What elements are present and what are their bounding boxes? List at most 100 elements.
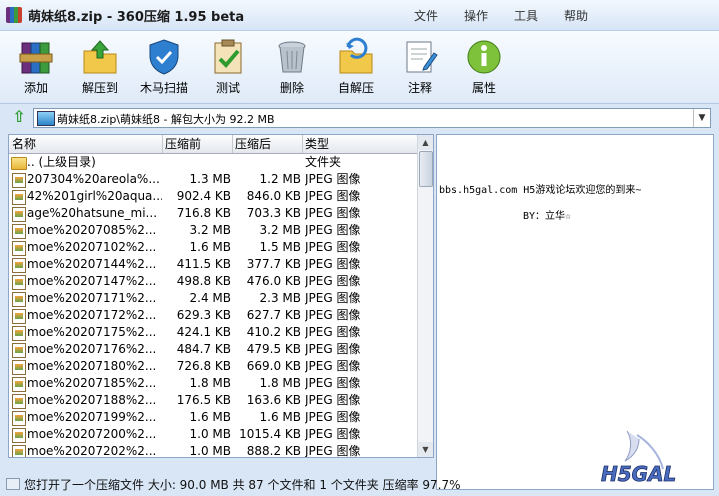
menu-file[interactable]: 文件 [414,7,438,24]
comment-button[interactable]: 注释 [388,35,452,99]
file-row[interactable]: 207304%20areola%... 1.3 MB 1.2 MB JPEG 图像 [9,171,417,188]
compressed-size: 2.4 MB [189,291,231,305]
self-extract-button[interactable]: 自解压 [324,35,388,99]
scroll-up-icon[interactable]: ▲ [418,135,433,150]
jpeg-file-icon [12,292,26,307]
add-button[interactable]: 添加 [4,35,68,99]
jpeg-file-icon [12,309,26,324]
compressed-size: 1.0 MB [189,444,231,458]
file-type: JPEG 图像 [305,359,361,373]
file-row[interactable]: moe%20207171%2... 2.4 MB 2.3 MB JPEG 图像 [9,290,417,307]
status-text: 您打开了一个压缩文件 大小: 90.0 MB 共 87 个文件和 1 个文件夹 … [24,478,461,492]
compressed-size: 716.8 KB [176,206,231,220]
file-name: moe%20207144%2... [27,257,157,271]
path-text: 萌妹纸8.zip\萌妹纸8 - 解包大小为 92.2 MB [57,113,275,126]
scroll-thumb[interactable] [419,151,433,187]
file-row[interactable]: moe%20207085%2... 3.2 MB 3.2 MB JPEG 图像 [9,222,417,239]
original-size: 163.6 KB [246,393,301,407]
trojan-scan-button[interactable]: 木马扫描 [132,35,196,99]
file-name: moe%20207102%2... [27,240,157,254]
jpeg-file-icon [12,394,26,409]
jpeg-file-icon [12,173,26,188]
compressed-size: 1.6 MB [189,240,231,254]
title-bar: 萌妹纸8.zip - 360压缩 1.95 beta 文件 操作 工具 帮助 [0,0,719,31]
file-type: JPEG 图像 [305,172,361,186]
original-size: 410.2 KB [246,325,301,339]
column-compressed-size[interactable]: 压缩前 [162,135,233,153]
compressed-size: 176.5 KB [176,393,231,407]
address-bar: ⇧ 萌妹纸8.zip\萌妹纸8 - 解包大小为 92.2 MB ▼ [0,107,719,129]
test-button[interactable]: 测试 [196,35,260,99]
column-original-size[interactable]: 压缩后 [232,135,303,153]
file-name: 207304%20areola%... [27,172,160,186]
file-type: JPEG 图像 [305,240,361,254]
menu-tools[interactable]: 工具 [514,7,538,24]
file-type: JPEG 图像 [305,257,361,271]
jpeg-file-icon [12,343,26,358]
compressed-size: 424.1 KB [176,325,231,339]
file-row[interactable]: moe%20207175%2... 424.1 KB 410.2 KB JPEG 图像 [9,324,417,341]
original-size: 479.5 KB [246,342,301,356]
jpeg-file-icon [12,377,26,392]
jpeg-file-icon [12,258,26,273]
comment-preview-pane: bbs.h5gal.com H5游戏论坛欢迎您的到来~ BY：立华☆ H5GAL [436,134,714,490]
jpeg-file-icon [12,411,26,426]
file-row[interactable]: moe%20207185%2... 1.8 MB 1.8 MB JPEG 图像 [9,375,417,392]
file-row[interactable]: moe%20207176%2... 484.7 KB 479.5 KB JPEG 图像 [9,341,417,358]
file-name: moe%20207085%2... [27,223,157,237]
path-field[interactable]: 萌妹纸8.zip\萌妹纸8 - 解包大小为 92.2 MB ▼ [33,108,711,128]
add-archive-icon [16,37,56,77]
delete-button[interactable]: 删除 [260,35,324,99]
file-row[interactable]: age%20hatsune_mi... 716.8 KB 703.3 KB JPEG … [9,205,417,222]
jpeg-file-icon [12,326,26,341]
file-row[interactable]: moe%20207147%2... 498.8 KB 476.0 KB JPEG 图像 [9,273,417,290]
file-row[interactable]: moe%20207102%2... 1.6 MB 1.5 MB JPEG 图像 [9,239,417,256]
jpeg-file-icon [12,445,26,457]
compressed-size: 1.3 MB [189,172,231,186]
file-row[interactable]: moe%20207144%2... 411.5 KB 377.7 KB JPEG 图像 [9,256,417,273]
parent-directory-row[interactable]: .. (上级目录) 文件夹 [9,154,417,171]
properties-info-icon [464,37,504,77]
file-row[interactable]: moe%20207200%2... 1.0 MB 1015.4 KB JPEG 图像 [9,426,417,443]
file-type: JPEG 图像 [305,223,361,237]
up-arrow-icon[interactable]: ⇧ [10,108,28,126]
file-name: moe%20207199%2... [27,410,157,424]
file-row[interactable]: moe%20207199%2... 1.6 MB 1.6 MB JPEG 图像 [9,409,417,426]
file-row[interactable]: moe%20207188%2... 176.5 KB 163.6 KB JPEG 图像 [9,392,417,409]
compressed-size: 1.0 MB [189,427,231,441]
file-row[interactable]: moe%20207172%2... 629.3 KB 627.7 KB JPEG 图像 [9,307,417,324]
file-list[interactable]: 名称 压缩前 压缩后 类型 .. (上级目录) 文件夹 207304%20are… [8,134,434,458]
jpeg-file-icon [12,428,26,443]
file-list-scrollbar[interactable]: ▲ ▼ [417,135,433,457]
preview-text-line1: bbs.h5gal.com H5游戏论坛欢迎您的到来~ [439,185,642,196]
properties-button[interactable]: 属性 [452,35,516,99]
compressed-size: 1.6 MB [189,410,231,424]
column-type[interactable]: 类型 [302,135,417,153]
delete-trash-icon [272,37,312,77]
path-dropdown-icon[interactable]: ▼ [693,109,710,127]
extract-to-button[interactable]: 解压到 [68,35,132,99]
file-name: moe%20207147%2... [27,274,157,288]
file-name: moe%20207200%2... [27,427,157,441]
file-type: JPEG 图像 [305,342,361,356]
file-row[interactable]: 42%201girl%20aqua... 902.4 KB 846.0 KB JPEG… [9,188,417,205]
preview-text-line2: BY：立华☆ [523,211,572,222]
column-name[interactable]: 名称 [9,135,163,153]
file-row[interactable]: moe%20207180%2... 726.8 KB 669.0 KB JPEG 图像 [9,358,417,375]
scroll-down-icon[interactable]: ▼ [418,442,433,457]
jpeg-file-icon [12,360,26,375]
file-row[interactable]: moe%20207202%2... 1.0 MB 888.2 KB JPEG 图像 [9,443,417,458]
original-size: 846.0 KB [246,189,301,203]
file-name: moe%20207180%2... [27,359,157,373]
menu-operation[interactable]: 操作 [464,7,488,24]
original-size: 1.6 MB [259,410,301,424]
file-name: moe%20207202%2... [27,444,157,458]
compressed-size: 629.3 KB [176,308,231,322]
file-name: moe%20207175%2... [27,325,157,339]
compressed-size: 1.8 MB [189,376,231,390]
file-name: moe%20207176%2... [27,342,157,356]
file-list-header: 名称 压缩前 压缩后 类型 [9,135,417,154]
menu-help[interactable]: 帮助 [564,7,588,24]
file-type: JPEG 图像 [305,325,361,339]
file-name: 42%201girl%20aqua... [27,189,162,203]
